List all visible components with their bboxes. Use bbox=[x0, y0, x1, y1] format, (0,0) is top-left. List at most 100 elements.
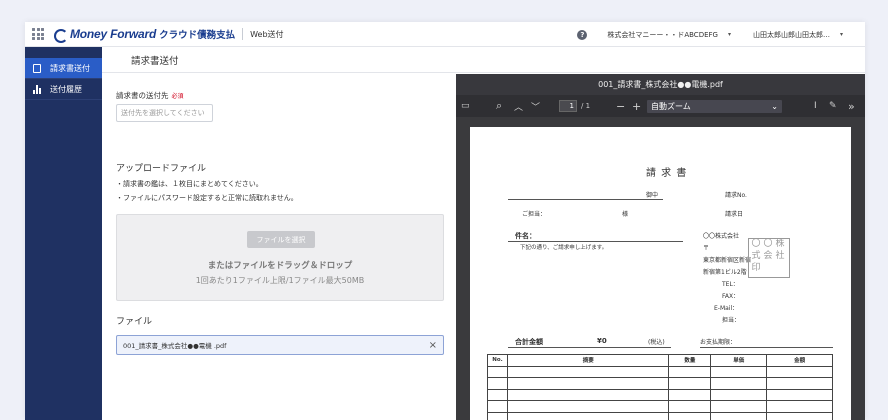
issuer-tel: TEL： bbox=[722, 281, 739, 288]
app-window: Money Forward クラウド債務支払 Web送付 ? 株式会社マニーー・… bbox=[25, 22, 865, 420]
top-bar: Money Forward クラウド債務支払 Web送付 ? 株式会社マニーー・… bbox=[25, 22, 865, 47]
help-icon[interactable]: ? bbox=[577, 29, 588, 40]
total-label: 合計金額 bbox=[515, 338, 543, 346]
total-line bbox=[508, 347, 671, 348]
dest-label: 請求書の送付先 bbox=[116, 91, 169, 100]
table-row bbox=[487, 377, 833, 390]
invoice-onchu: 御中 bbox=[646, 192, 659, 199]
table-cell bbox=[487, 365, 508, 378]
top-right-menu: ? 株式会社マニーー・・ドABCDEFG ▾ 山田太郎山郎山田太郎… ▾ bbox=[577, 22, 865, 47]
zoom-select[interactable]: 自動ズーム ⌄ bbox=[647, 99, 782, 113]
sidebar-toggle-icon[interactable]: ▭ bbox=[461, 95, 470, 117]
dest-select-placeholder: 送付先を選択してください bbox=[121, 109, 205, 117]
table-cell bbox=[710, 411, 768, 420]
note-line: ・請求書の鑑は、１枚目にまとめてください。 bbox=[116, 180, 263, 188]
table-cell bbox=[766, 377, 833, 390]
invoice-items-table: No. 摘要 数量 単価 金額 bbox=[487, 354, 833, 420]
sidebar: 請求書送付 送付履歴 bbox=[25, 47, 102, 420]
table-cell bbox=[487, 388, 508, 401]
search-icon[interactable]: ⌕ bbox=[496, 95, 502, 117]
upload-form: 請求書の送付先 必須 送付先を選択してください アップロードファイル ・請求書の鑑… bbox=[102, 74, 456, 420]
col-amount: 金額 bbox=[766, 354, 833, 367]
total-value: ¥0 bbox=[597, 337, 607, 345]
table-cell bbox=[766, 365, 833, 378]
table-cell bbox=[710, 377, 768, 390]
remove-file-icon[interactable]: × bbox=[429, 340, 437, 351]
zoom-in-icon[interactable]: + bbox=[632, 95, 641, 117]
chart-icon bbox=[33, 84, 41, 94]
file-dropzone[interactable]: ファイルを選択 またはファイルをドラッグ＆ドロップ 1回あたり1ファイル上限/1… bbox=[116, 214, 444, 301]
table-row bbox=[487, 400, 833, 413]
due-line bbox=[700, 347, 833, 348]
choose-file-button[interactable]: ファイルを選択 bbox=[247, 231, 315, 248]
more-tools-icon[interactable]: » bbox=[848, 95, 855, 117]
issuer-email: E-Mail： bbox=[714, 305, 739, 312]
draw-tool-icon[interactable]: ✎ bbox=[829, 95, 837, 117]
table-cell bbox=[710, 388, 768, 401]
drop-limit-text: 1回あたり1ファイル上限/1ファイル最大50MB bbox=[195, 276, 365, 285]
brand-name: Money Forward bbox=[70, 27, 157, 41]
sidebar-item-send-history[interactable]: 送付履歴 bbox=[25, 79, 102, 100]
zoom-value: 自動ズーム bbox=[651, 101, 691, 111]
pdf-toolbar: ▭ ⌕ ︿ ﹀ 1 / 1 − + 自動ズーム ⌄ I ✎ » bbox=[456, 95, 865, 117]
zoom-out-icon[interactable]: − bbox=[616, 95, 625, 117]
col-quantity: 数量 bbox=[668, 354, 712, 367]
table-cell bbox=[668, 377, 712, 390]
app-grid-icon[interactable] bbox=[32, 28, 44, 40]
company-selector[interactable]: 株式会社マニーー・・ドABCDEFG bbox=[607, 30, 718, 40]
table-cell bbox=[487, 411, 508, 420]
col-unit-price: 単価 bbox=[710, 354, 768, 367]
product-name: クラウド債務支払 bbox=[159, 30, 236, 41]
table-header-row: No. 摘要 数量 単価 金額 bbox=[487, 354, 833, 367]
previous-page-icon[interactable]: ︿ bbox=[514, 95, 523, 117]
next-page-icon[interactable]: ﹀ bbox=[531, 95, 540, 117]
invoice-no-label: 請求No. bbox=[725, 192, 747, 199]
zoom-select-wrap: 自動ズーム ⌄ bbox=[647, 95, 782, 117]
drop-instruction: またはファイルをドラッグ＆ドロップ bbox=[207, 261, 353, 271]
file-heading: ファイル bbox=[116, 317, 153, 327]
sidebar-item-invoice-send[interactable]: 請求書送付 bbox=[25, 58, 102, 79]
subject-line bbox=[508, 241, 683, 242]
subproduct-name: Web送付 bbox=[250, 29, 284, 39]
issuer-staff: 担当： bbox=[722, 317, 741, 324]
user-menu[interactable]: 山田太郎山郎山田太郎… bbox=[753, 30, 830, 40]
document-icon bbox=[33, 63, 41, 73]
tax-note: (税込) bbox=[648, 339, 665, 346]
text-tool-icon[interactable]: I bbox=[814, 95, 817, 117]
page-total: / 1 bbox=[581, 102, 591, 110]
user-chevron-down-icon[interactable]: ▾ bbox=[840, 31, 843, 38]
sidebar-item-label: 請求書送付 bbox=[50, 63, 90, 73]
page-title-text: 請求書送付 bbox=[131, 55, 179, 67]
table-row bbox=[487, 411, 833, 420]
required-badge: 必須 bbox=[171, 93, 184, 100]
issuer-company: 〇〇株式会社 bbox=[703, 233, 740, 240]
zoom-chevron-down-icon: ⌄ bbox=[771, 101, 778, 111]
company-chevron-down-icon[interactable]: ▾ bbox=[728, 31, 731, 38]
upload-heading: アップロードファイル bbox=[116, 164, 207, 174]
dest-label-row: 請求書の送付先 必須 bbox=[116, 90, 184, 101]
sama-label: 様 bbox=[622, 211, 629, 218]
dest-select[interactable]: 送付先を選択してください bbox=[116, 104, 213, 122]
table-cell bbox=[506, 411, 670, 420]
table-cell bbox=[506, 377, 670, 390]
table-cell bbox=[506, 400, 670, 413]
due-label: お支払期限： bbox=[700, 339, 737, 346]
issuer-fax: FAX： bbox=[722, 293, 740, 300]
tantou-label: ご担当： bbox=[522, 211, 547, 218]
table-cell bbox=[668, 388, 712, 401]
invoice-title: 請 求 書 bbox=[646, 168, 688, 179]
page-number-input[interactable]: 1 bbox=[559, 100, 577, 112]
file-name: 001_請求書_株式会社●●電機 .pdf bbox=[123, 342, 227, 350]
upload-notes: ・請求書の鑑は、１枚目にまとめてください。 ・ファイルにパスワード設定すると正常… bbox=[116, 177, 298, 205]
table-cell bbox=[766, 388, 833, 401]
customer-line bbox=[508, 199, 663, 200]
table-cell bbox=[710, 400, 768, 413]
sidebar-item-label: 送付履歴 bbox=[50, 84, 82, 94]
subject-label: 件名： bbox=[515, 232, 536, 240]
note-line: ・ファイルにパスワード設定すると正常に読取れません。 bbox=[116, 194, 298, 202]
table-cell bbox=[766, 400, 833, 413]
issuer-address2: 新宿第1ビル2階 bbox=[703, 269, 747, 276]
selected-file: 001_請求書_株式会社●●電機 .pdf × bbox=[116, 335, 444, 355]
table-cell bbox=[506, 388, 670, 401]
table-cell bbox=[668, 411, 712, 420]
